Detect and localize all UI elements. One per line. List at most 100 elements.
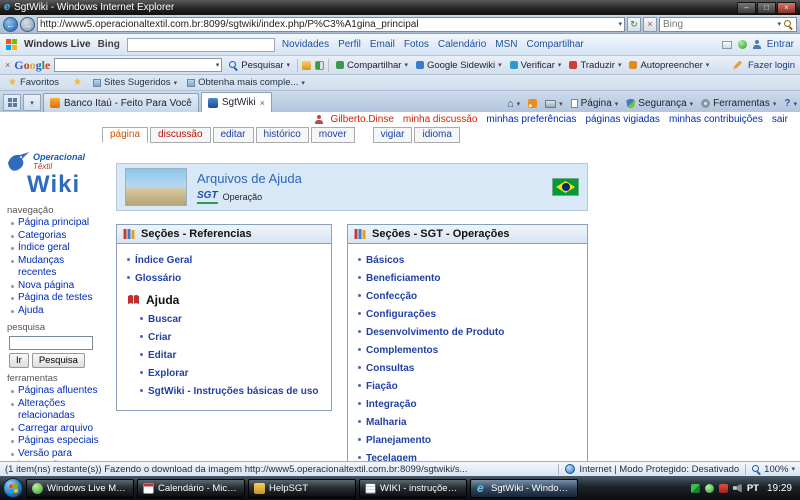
print-button[interactable]: ▾	[545, 100, 563, 108]
taskbar-button[interactable]: WIKI - instruções d...	[359, 479, 467, 498]
wiki-search-button[interactable]: Pesquisa	[32, 353, 85, 368]
feeds-button[interactable]	[528, 99, 537, 108]
taskbar-button[interactable]: Windows Live Mess...	[26, 479, 134, 498]
wiki-link[interactable]: Integração	[366, 399, 417, 410]
taskbar-button[interactable]: SgtWiki - Windows I...	[470, 479, 578, 498]
google-search-dropdown-icon[interactable]: ▾	[216, 61, 220, 69]
google-toolbar-button[interactable]: Verificar ▾	[507, 60, 565, 71]
personal-bar-link[interactable]: minha discussão	[403, 114, 477, 125]
live-toolbar-link[interactable]: Perfil	[338, 39, 361, 50]
zoom-control[interactable]: 100% ▾	[745, 464, 795, 475]
wiki-link[interactable]: Fiação	[366, 381, 398, 392]
start-button[interactable]	[3, 478, 23, 498]
wiki-link[interactable]: Glossário	[135, 273, 181, 284]
google-login-link[interactable]: Fazer login	[748, 60, 795, 71]
wiki-link[interactable]: Tecelagem	[366, 453, 417, 461]
close-toolbar-icon[interactable]: ×	[5, 60, 10, 70]
bookmark-icon[interactable]	[302, 61, 311, 70]
wiki-tab[interactable]: idioma	[414, 127, 459, 143]
tab-sgtwiki[interactable]: SgtWiki ×	[201, 92, 272, 112]
security-menu[interactable]: Segurança▾	[626, 98, 693, 109]
favorites-bar-item[interactable]: Sites Sugeridos ▾	[93, 77, 177, 88]
sidebar-link[interactable]: Página principal	[18, 217, 89, 228]
close-button[interactable]: ×	[777, 2, 796, 14]
maximize-button[interactable]: □	[757, 2, 776, 14]
tab-banco-itau[interactable]: Banco Itaú - Feito Para Você	[43, 93, 199, 112]
wiki-tab[interactable]: discussão	[150, 127, 210, 143]
taskbar-button[interactable]: Calendário - Micros...	[137, 479, 245, 498]
wiki-link[interactable]: Básicos	[366, 255, 404, 266]
wiki-link[interactable]: Criar	[148, 332, 171, 343]
signin-link[interactable]: Entrar	[767, 39, 794, 50]
address-dropdown-icon[interactable]: ▾	[618, 20, 622, 28]
personal-bar-link[interactable]: minhas contribuições	[669, 114, 763, 125]
sidebar-link[interactable]: Página de testes	[18, 292, 93, 303]
google-toolbar-button[interactable]: Traduzir ▾	[566, 60, 624, 71]
wiki-link[interactable]: Índice Geral	[135, 255, 192, 266]
wiki-link[interactable]: Desenvolvimento de Produto	[366, 327, 504, 338]
messenger-tray-icon[interactable]	[705, 484, 714, 493]
back-button[interactable]: ←	[3, 17, 18, 32]
google-search-button[interactable]: Pesquisar ▾	[226, 60, 293, 71]
forward-button[interactable]: →	[20, 17, 35, 32]
add-favorite-button[interactable]: ★	[70, 78, 85, 88]
sidebar-link[interactable]: Páginas especiais	[18, 435, 99, 446]
google-toolbar-button[interactable]: Autopreencher ▾	[626, 60, 712, 71]
sidebar-link[interactable]: Mudanças recentes	[18, 255, 64, 279]
sidebar-link[interactable]: Ajuda	[18, 305, 44, 316]
minimize-button[interactable]: –	[737, 2, 756, 14]
wiki-link[interactable]: Buscar	[148, 314, 182, 325]
quick-tabs-button[interactable]	[3, 94, 21, 111]
search-box[interactable]: ▾	[659, 17, 797, 32]
go-button[interactable]: Ir	[9, 353, 29, 368]
wiki-link[interactable]: Planejamento	[366, 435, 431, 446]
personal-bar-link[interactable]: páginas vigiadas	[585, 114, 660, 125]
sidebar-link[interactable]: Páginas afluentes	[18, 385, 98, 396]
google-toolbar-button[interactable]: Compartilhar ▾	[333, 60, 411, 71]
search-dropdown-icon[interactable]: ▾	[777, 20, 781, 28]
wiki-link[interactable]: Consultas	[366, 363, 414, 374]
wiki-link[interactable]: SgtWiki - Instruções básicas de uso	[148, 386, 319, 397]
wiki-link[interactable]: Beneficiamento	[366, 273, 440, 284]
wiki-link[interactable]: Confecção	[366, 291, 417, 302]
favorites-bar-item[interactable]: Obtenha mais comple... ▾	[187, 77, 305, 88]
sidebar-link[interactable]: Índice geral	[18, 242, 70, 253]
wiki-search-input[interactable]	[9, 336, 93, 350]
live-toolbar-link[interactable]: MSN	[495, 39, 517, 50]
clock[interactable]: 19:29	[764, 483, 792, 494]
sidebar-link[interactable]: Nova página	[18, 280, 74, 291]
language-indicator[interactable]: PT	[747, 483, 759, 494]
brazil-flag-icon[interactable]	[552, 178, 579, 196]
live-toolbar-link[interactable]: Calendário	[438, 39, 486, 50]
wiki-logo[interactable]: Operacional Têxtil Wiki	[0, 146, 104, 200]
sidebar-link[interactable]: Versão para impressão	[18, 448, 72, 462]
personal-bar-link[interactable]: minhas preferências	[486, 114, 576, 125]
page-menu[interactable]: Página▾	[571, 98, 619, 109]
wiki-tab[interactable]: vigiar	[373, 127, 413, 143]
live-search-input[interactable]	[127, 38, 275, 52]
refresh-button[interactable]: ↻	[627, 17, 641, 32]
personal-bar-link[interactable]: sair	[772, 114, 788, 125]
pagerank-icon[interactable]	[315, 61, 324, 70]
wiki-link[interactable]: Configurações	[366, 309, 436, 320]
tab-list-button[interactable]: ▾	[23, 94, 41, 111]
url-input[interactable]	[40, 19, 618, 30]
help-menu[interactable]: ?▾	[784, 98, 797, 109]
personal-bar-link[interactable]: Gilberto.Dinse	[331, 114, 394, 125]
pen-icon[interactable]	[733, 61, 742, 70]
google-toolbar-button[interactable]: Google Sidewiki ▾	[413, 60, 505, 71]
search-input[interactable]	[663, 19, 774, 30]
wiki-link[interactable]: Malharia	[366, 417, 407, 428]
security-tray-icon[interactable]	[691, 484, 700, 493]
wiki-tab[interactable]: histórico	[256, 127, 309, 143]
google-search-field[interactable]: ▾	[54, 58, 222, 72]
live-toolbar-link[interactable]: Novidades	[282, 39, 329, 50]
sidebar-link[interactable]: Categorias	[18, 230, 66, 241]
wiki-tab[interactable]: página	[102, 127, 148, 143]
wiki-link[interactable]: Complementos	[366, 345, 438, 356]
live-toolbar-link[interactable]: Compartilhar	[527, 39, 584, 50]
tools-menu[interactable]: Ferramentas▾	[701, 98, 776, 109]
close-tab-icon[interactable]: ×	[260, 98, 265, 108]
sidebar-link[interactable]: Carregar arquivo	[18, 423, 93, 434]
sidebar-link[interactable]: Alterações relacionadas	[18, 398, 75, 422]
